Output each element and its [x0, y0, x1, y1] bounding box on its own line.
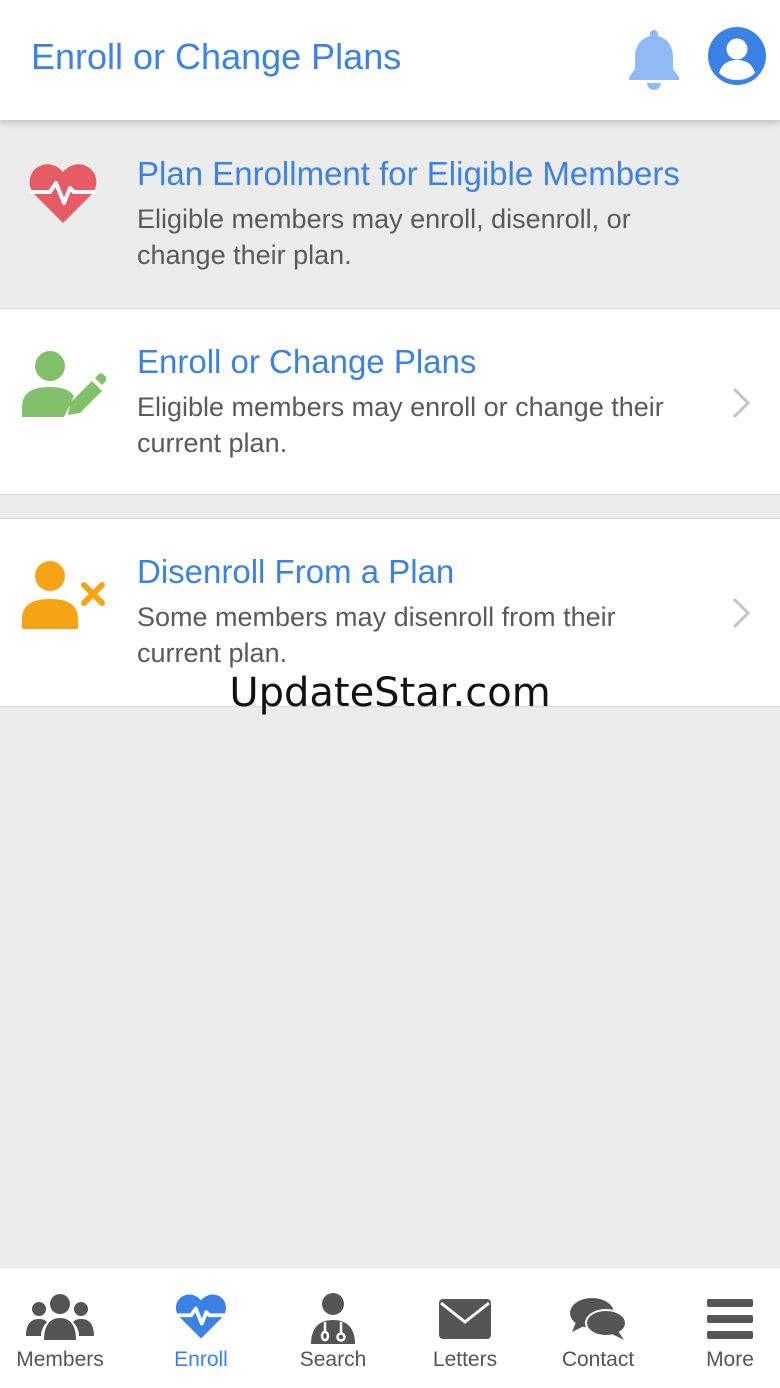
nav-label: Contact: [561, 1348, 635, 1371]
nav-enroll[interactable]: Enroll: [136, 1268, 266, 1388]
envelope-icon: [439, 1299, 491, 1339]
nav-label: Letters: [432, 1348, 498, 1371]
chevron-right-icon: [732, 387, 751, 419]
bottom-navigation: Members Enroll Search Letters Contact Mo…: [0, 1267, 780, 1388]
nav-letters[interactable]: Letters: [400, 1268, 530, 1388]
watermark-text: UpdateStar.com: [229, 670, 551, 716]
item-description: Eligible members may enroll or change th…: [137, 392, 664, 458]
page-title: Enroll or Change Plans: [31, 36, 402, 77]
item-title: Plan Enrollment for Eligible Members: [137, 155, 680, 192]
menu-icon: [707, 1299, 753, 1339]
nav-members[interactable]: Members: [0, 1268, 125, 1388]
user-edit-icon: [22, 351, 106, 417]
list-item-enroll-change[interactable]: Enroll or Change Plans Eligible members …: [0, 308, 780, 495]
notifications-button[interactable]: [622, 26, 686, 92]
nav-contact[interactable]: Contact: [533, 1268, 663, 1388]
nav-label: More: [706, 1348, 754, 1371]
nav-more[interactable]: More: [665, 1268, 780, 1388]
nav-label: Members: [16, 1348, 104, 1371]
item-description: Some members may disenroll from their cu…: [137, 602, 616, 668]
nav-label: Enroll: [174, 1348, 228, 1371]
list-item-plan-enrollment[interactable]: Plan Enrollment for Eligible Members Eli…: [0, 121, 780, 309]
heart-pulse-icon: [175, 1294, 227, 1339]
users-icon: [26, 1294, 94, 1340]
item-title: Disenroll From a Plan: [137, 553, 455, 590]
user-remove-icon: [22, 561, 105, 629]
bell-icon: [629, 30, 679, 90]
account-button[interactable]: [706, 24, 768, 88]
item-title: Enroll or Change Plans: [137, 343, 477, 380]
chat-bubbles-icon: [570, 1298, 627, 1340]
app-header: Enroll or Change Plans: [0, 0, 780, 120]
doctor-icon: [311, 1293, 355, 1344]
nav-label: Search: [299, 1348, 367, 1371]
nav-search[interactable]: Search: [268, 1268, 398, 1388]
heart-pulse-icon: [29, 164, 97, 223]
chevron-right-icon: [732, 597, 751, 629]
item-description: Eligible members may enroll, disenroll, …: [137, 204, 631, 270]
user-circle-icon: [708, 27, 766, 85]
